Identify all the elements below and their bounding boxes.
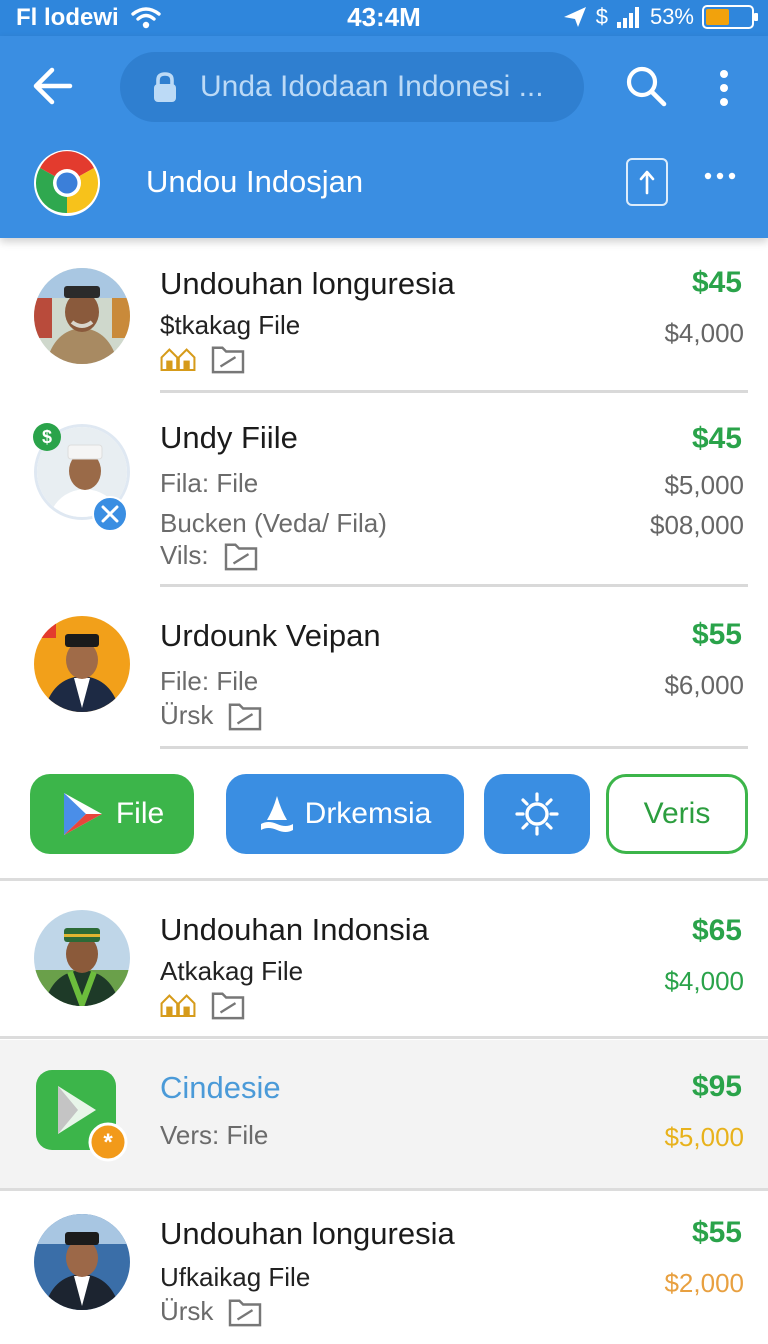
avatar	[34, 1214, 130, 1310]
item-price: $55	[691, 618, 742, 651]
arrow-left-icon	[33, 67, 73, 105]
divider	[160, 584, 748, 587]
list-item[interactable]: Undouhan Indonsia Atkakag File $65 $4,00…	[0, 898, 768, 1038]
veris-button[interactable]: Veris	[606, 774, 748, 854]
site-title: Undou Indosjan	[146, 164, 364, 199]
back-button[interactable]	[26, 58, 82, 114]
item-title: Cindesie	[160, 1070, 281, 1105]
dollar-status: $	[595, 4, 608, 29]
more-vertical-icon	[720, 70, 728, 106]
avatar	[34, 616, 130, 712]
item-title: Undouhan Indonsia	[160, 912, 429, 947]
list-item[interactable]: $ Undy Fiile Fila: File Bucken (Veda/ Fi…	[0, 410, 768, 590]
app-bar: Unda Idodaan Indonesi ... Undou Indosjan	[0, 36, 768, 238]
divider	[160, 390, 748, 393]
item-price: $45	[691, 422, 742, 455]
folder-icon	[211, 346, 245, 374]
boat-icon	[260, 796, 293, 832]
location-arrow-icon	[563, 7, 586, 27]
item-price-sub: $4,000	[664, 966, 744, 996]
item-subtitle: $tkakag File	[160, 310, 301, 340]
folder-icon	[224, 543, 257, 570]
avatar	[34, 910, 130, 1006]
file-button[interactable]: File	[30, 774, 194, 854]
section-divider	[0, 1036, 768, 1039]
item-price: $95	[691, 1070, 742, 1103]
section-divider	[0, 878, 768, 881]
chrome-logo-icon	[34, 150, 100, 216]
house-icon	[160, 348, 196, 371]
svg-text:$: $	[42, 427, 52, 447]
veris-button-label: Veris	[643, 797, 711, 830]
battery-percent: 53%	[649, 4, 694, 29]
signal-icon	[616, 7, 639, 28]
svg-text:*: *	[103, 1129, 113, 1156]
item-line: File: File	[160, 666, 259, 696]
list-item[interactable]: Undouhan longuresia $tkakag File $45 $4,…	[0, 258, 768, 393]
action-button-row: File Drkemsia Veris	[0, 770, 768, 860]
search-icon	[626, 66, 667, 107]
sun-icon	[515, 792, 559, 836]
avatar	[34, 268, 130, 364]
url-bar[interactable]: Unda Idodaan Indonesi ...	[120, 52, 584, 122]
item-title: Undouhan longuresia	[160, 1216, 455, 1251]
share-button[interactable]	[626, 158, 668, 206]
lock-icon	[154, 72, 176, 102]
item-subtitle: Vers: File	[160, 1120, 269, 1150]
item-title: Undouhan longuresia	[160, 266, 455, 301]
item-line: Ürsk	[160, 1296, 214, 1326]
item-price-sub: $4,000	[664, 318, 744, 348]
drkemsia-button[interactable]: Drkemsia	[226, 774, 464, 854]
item-line: Vils:	[160, 540, 209, 570]
folder-icon	[229, 1299, 262, 1326]
url-text: Unda Idodaan Indonesi ...	[200, 70, 544, 103]
folder-icon	[229, 703, 262, 730]
item-line: Ürsk	[160, 700, 214, 730]
more-horizontal-icon	[704, 172, 736, 180]
search-button[interactable]	[620, 60, 672, 112]
dollar-badge-icon: $	[33, 423, 61, 451]
site-more-button[interactable]	[700, 162, 740, 198]
play-icon	[63, 793, 102, 835]
battery-icon	[702, 5, 758, 29]
item-line: Bucken (Veda/ Fila)	[160, 508, 387, 538]
share-icon	[639, 170, 655, 195]
item-price: $45	[691, 266, 742, 299]
file-button-label: File	[115, 797, 165, 830]
item-price-sub: $6,000	[664, 670, 744, 700]
house-icon	[160, 994, 196, 1017]
play-store-app-icon: *	[36, 1070, 128, 1162]
divider	[160, 746, 748, 749]
item-price-sub: $2,000	[664, 1268, 744, 1298]
item-price-sub: $08,000	[650, 510, 744, 540]
list-item[interactable]: Urdounk Veipan File: File Ürsk $55 $6,00…	[0, 604, 768, 750]
overflow-menu-button[interactable]	[704, 64, 744, 112]
item-price: $55	[691, 1216, 742, 1249]
battery-fill	[706, 9, 729, 25]
drkemsia-button-label: Drkemsia	[304, 797, 432, 830]
item-price-sub: $5,000	[664, 470, 744, 500]
item-subtitle: Atkakag File	[160, 956, 304, 986]
close-badge-icon[interactable]	[92, 496, 128, 532]
settings-button[interactable]	[484, 774, 590, 854]
item-price-sub: $5,000	[664, 1122, 744, 1152]
status-bar: Fl lodewi 43:4M $ 53%	[0, 0, 768, 36]
item-price: $65	[691, 914, 742, 947]
item-subtitle: Ufkaikag File	[160, 1262, 311, 1292]
list-item[interactable]: * Cindesie Vers: File $95 $5,000	[0, 1040, 768, 1190]
folder-icon	[211, 992, 245, 1020]
list-item[interactable]: Undouhan longuresia Ufkaikag File Ürsk $…	[0, 1200, 768, 1344]
item-title: Urdounk Veipan	[160, 618, 381, 653]
item-title: Undy Fiile	[160, 420, 298, 455]
item-line: Fila: File	[160, 468, 259, 498]
section-divider	[0, 1188, 768, 1191]
